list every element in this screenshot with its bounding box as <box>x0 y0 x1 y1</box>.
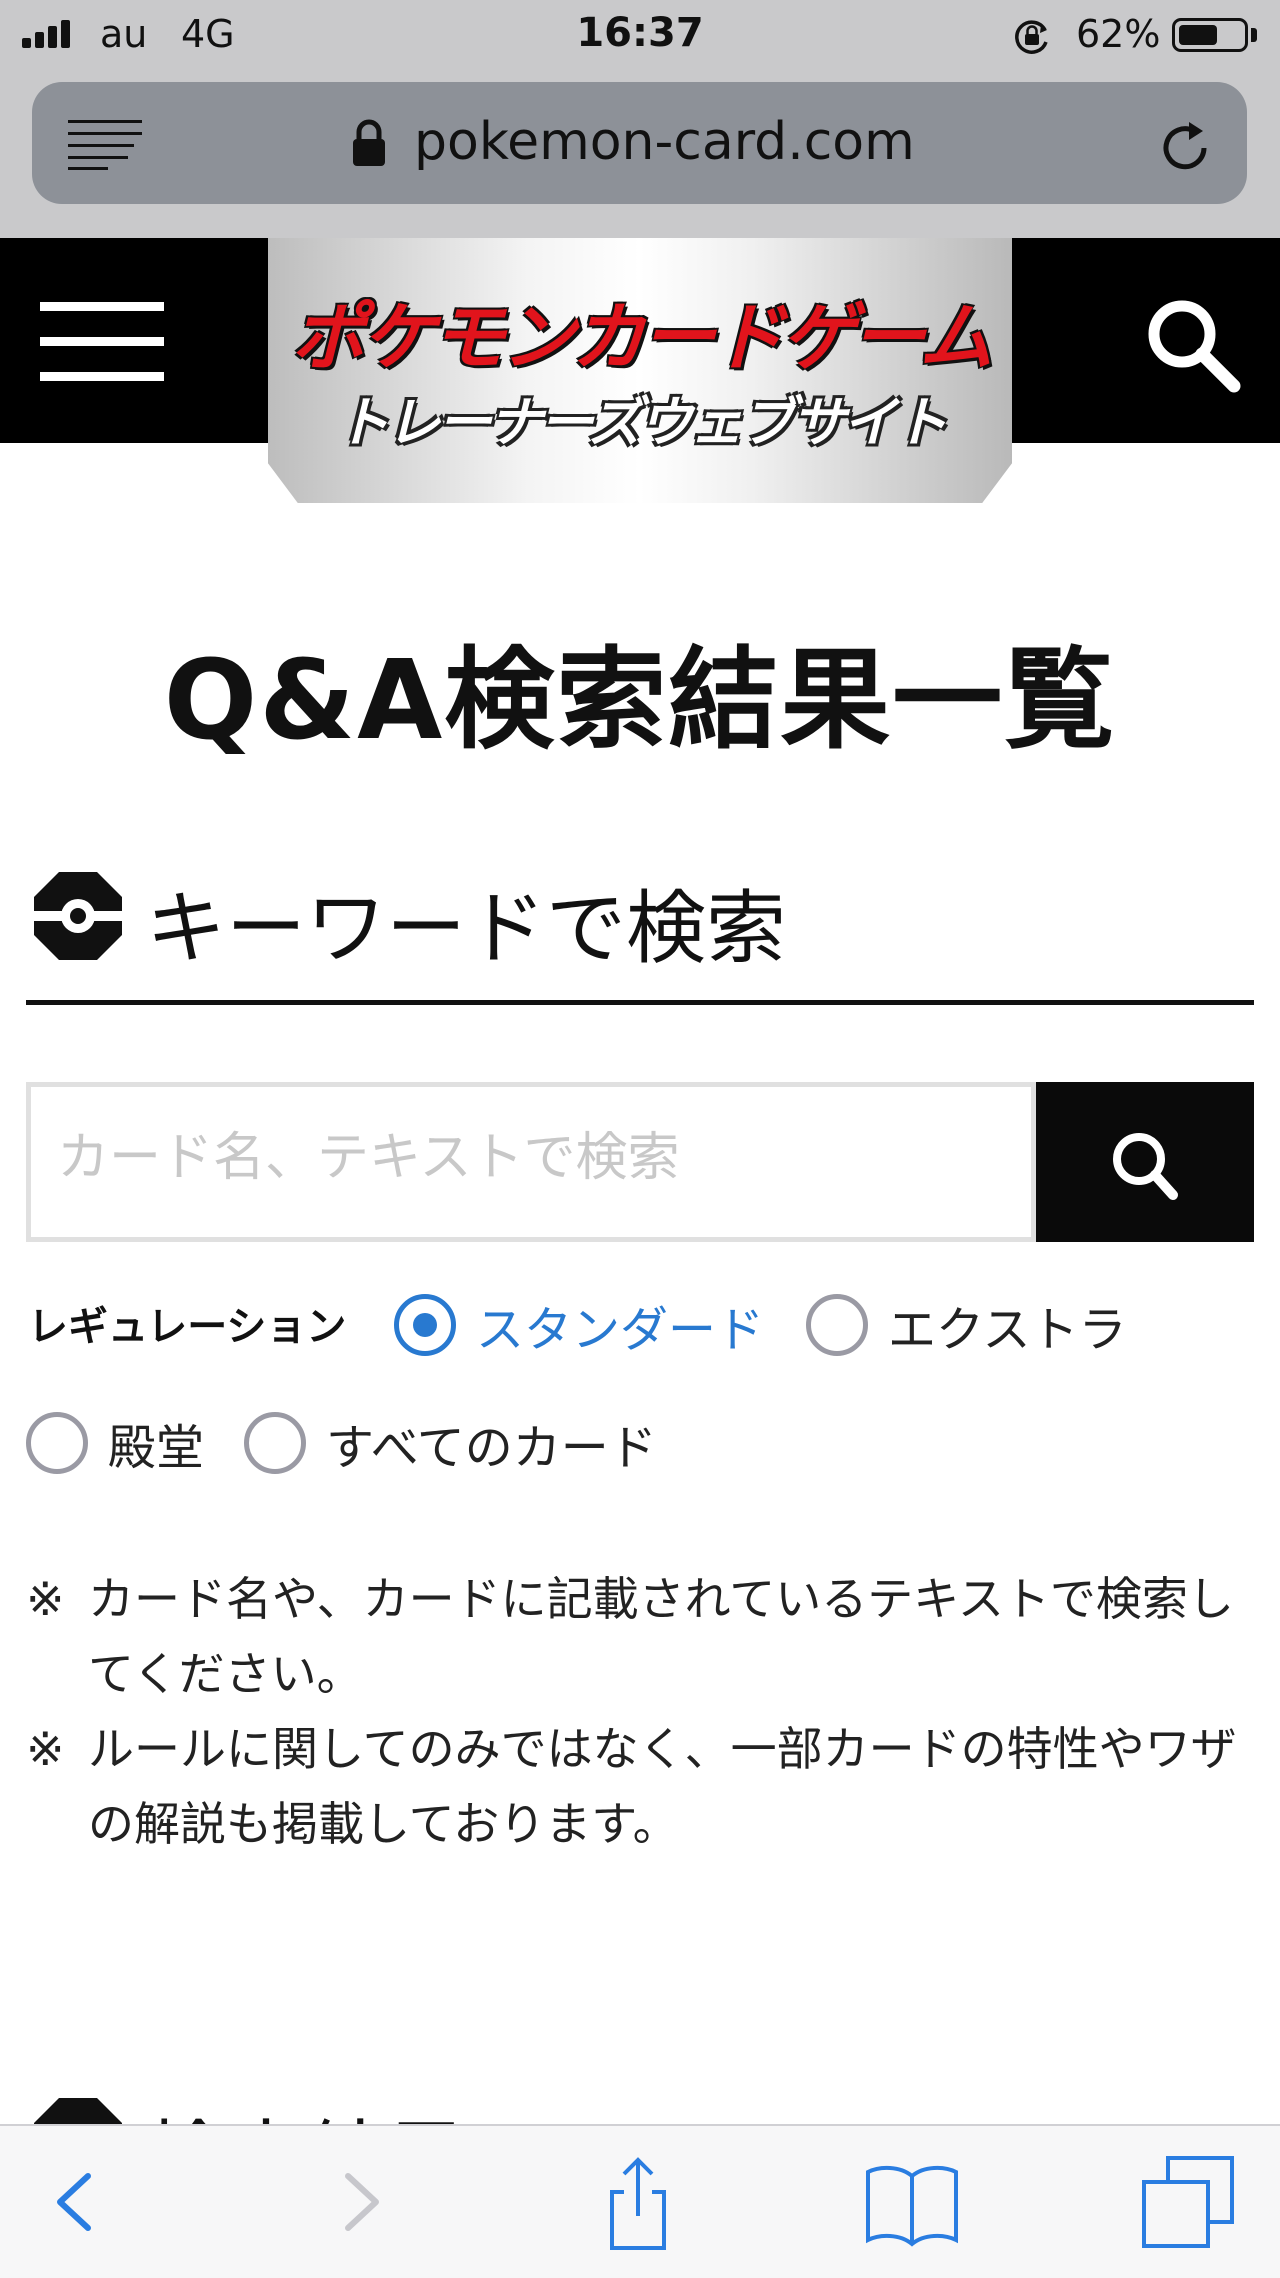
radio-circle[interactable] <box>244 1412 306 1474</box>
battery-percent: 62% <box>1076 12 1161 56</box>
url-text[interactable]: pokemon-card.com <box>414 112 915 172</box>
search-button[interactable] <box>1036 1082 1254 1242</box>
note-mark: ※ <box>26 1572 65 1626</box>
forward-icon[interactable] <box>310 2152 410 2252</box>
radio-hall-of-fame[interactable]: 殿堂 <box>26 1408 204 1478</box>
note-item: ※ カード名や、カードに記載されているテキストで検索してください。 <box>26 1562 1256 1712</box>
search-field-wrapper <box>26 1082 1036 1242</box>
browser-toolbar <box>0 2124 1280 2278</box>
radio-circle[interactable] <box>806 1294 868 1356</box>
url-field[interactable]: pokemon-card.com <box>32 82 1247 204</box>
note-text: カード名や、カードに記載されているテキストで検索してください。 <box>88 1572 1234 1701</box>
keyword-section-header: キーワードで検索 <box>26 860 1254 1005</box>
site-logo[interactable]: ポケモンカードゲーム トレーナーズウェブサイト <box>268 238 1012 503</box>
results-section-header: 検索結果 <box>26 2070 1254 2130</box>
bookmarks-icon[interactable] <box>862 2152 962 2252</box>
radio-circle[interactable] <box>394 1294 456 1356</box>
battery-icon <box>1172 18 1248 52</box>
note-mark: ※ <box>26 1722 65 1776</box>
browser-address-bar: pokemon-card.com <box>0 68 1280 238</box>
radio-label: すべてのカード <box>326 1420 657 1476</box>
tabs-icon[interactable] <box>1140 2152 1240 2252</box>
logo-title: ポケモンカードゲーム <box>291 295 993 381</box>
radio-extra[interactable]: エクストラ <box>806 1290 1127 1360</box>
share-icon[interactable] <box>588 2152 688 2252</box>
pokeball-icon <box>34 872 122 960</box>
radio-label: スタンダード <box>476 1302 765 1358</box>
regulation-label: レギュレーション <box>28 1304 347 1350</box>
search-notes: ※ カード名や、カードに記載されているテキストで検索してください。 ※ ルールに… <box>26 1562 1256 1862</box>
radio-standard[interactable]: スタンダード <box>394 1290 764 1360</box>
orientation-lock-icon <box>1015 20 1048 54</box>
reader-view-icon[interactable] <box>68 120 142 170</box>
logo-subtitle: トレーナーズウェブサイト <box>335 391 947 454</box>
radio-label: 殿堂 <box>108 1420 205 1476</box>
lock-icon <box>353 119 385 166</box>
reload-icon[interactable] <box>1156 118 1216 178</box>
keyword-section-title: キーワードで検索 <box>146 882 786 975</box>
back-icon[interactable] <box>26 2152 126 2252</box>
radio-all-cards[interactable]: すべてのカード <box>244 1408 657 1478</box>
radio-circle[interactable] <box>26 1412 88 1474</box>
battery-tip <box>1251 28 1257 42</box>
search-icon[interactable] <box>1142 294 1242 394</box>
page-title: Q&A検索結果一覧 <box>163 636 1117 764</box>
note-item: ※ ルールに関してのみではなく、一部カードの特性やワザの解説も掲載しております。 <box>26 1712 1256 1862</box>
radio-label: エクストラ <box>888 1302 1127 1358</box>
status-bar: au 4G 16:37 62% <box>0 0 1280 68</box>
menu-icon[interactable] <box>40 302 164 382</box>
search-icon <box>1113 1133 1178 1200</box>
search-input[interactable] <box>31 1087 1019 1229</box>
note-text: ルールに関してのみではなく、一部カードの特性やワザの解説も掲載しております。 <box>88 1722 1237 1851</box>
